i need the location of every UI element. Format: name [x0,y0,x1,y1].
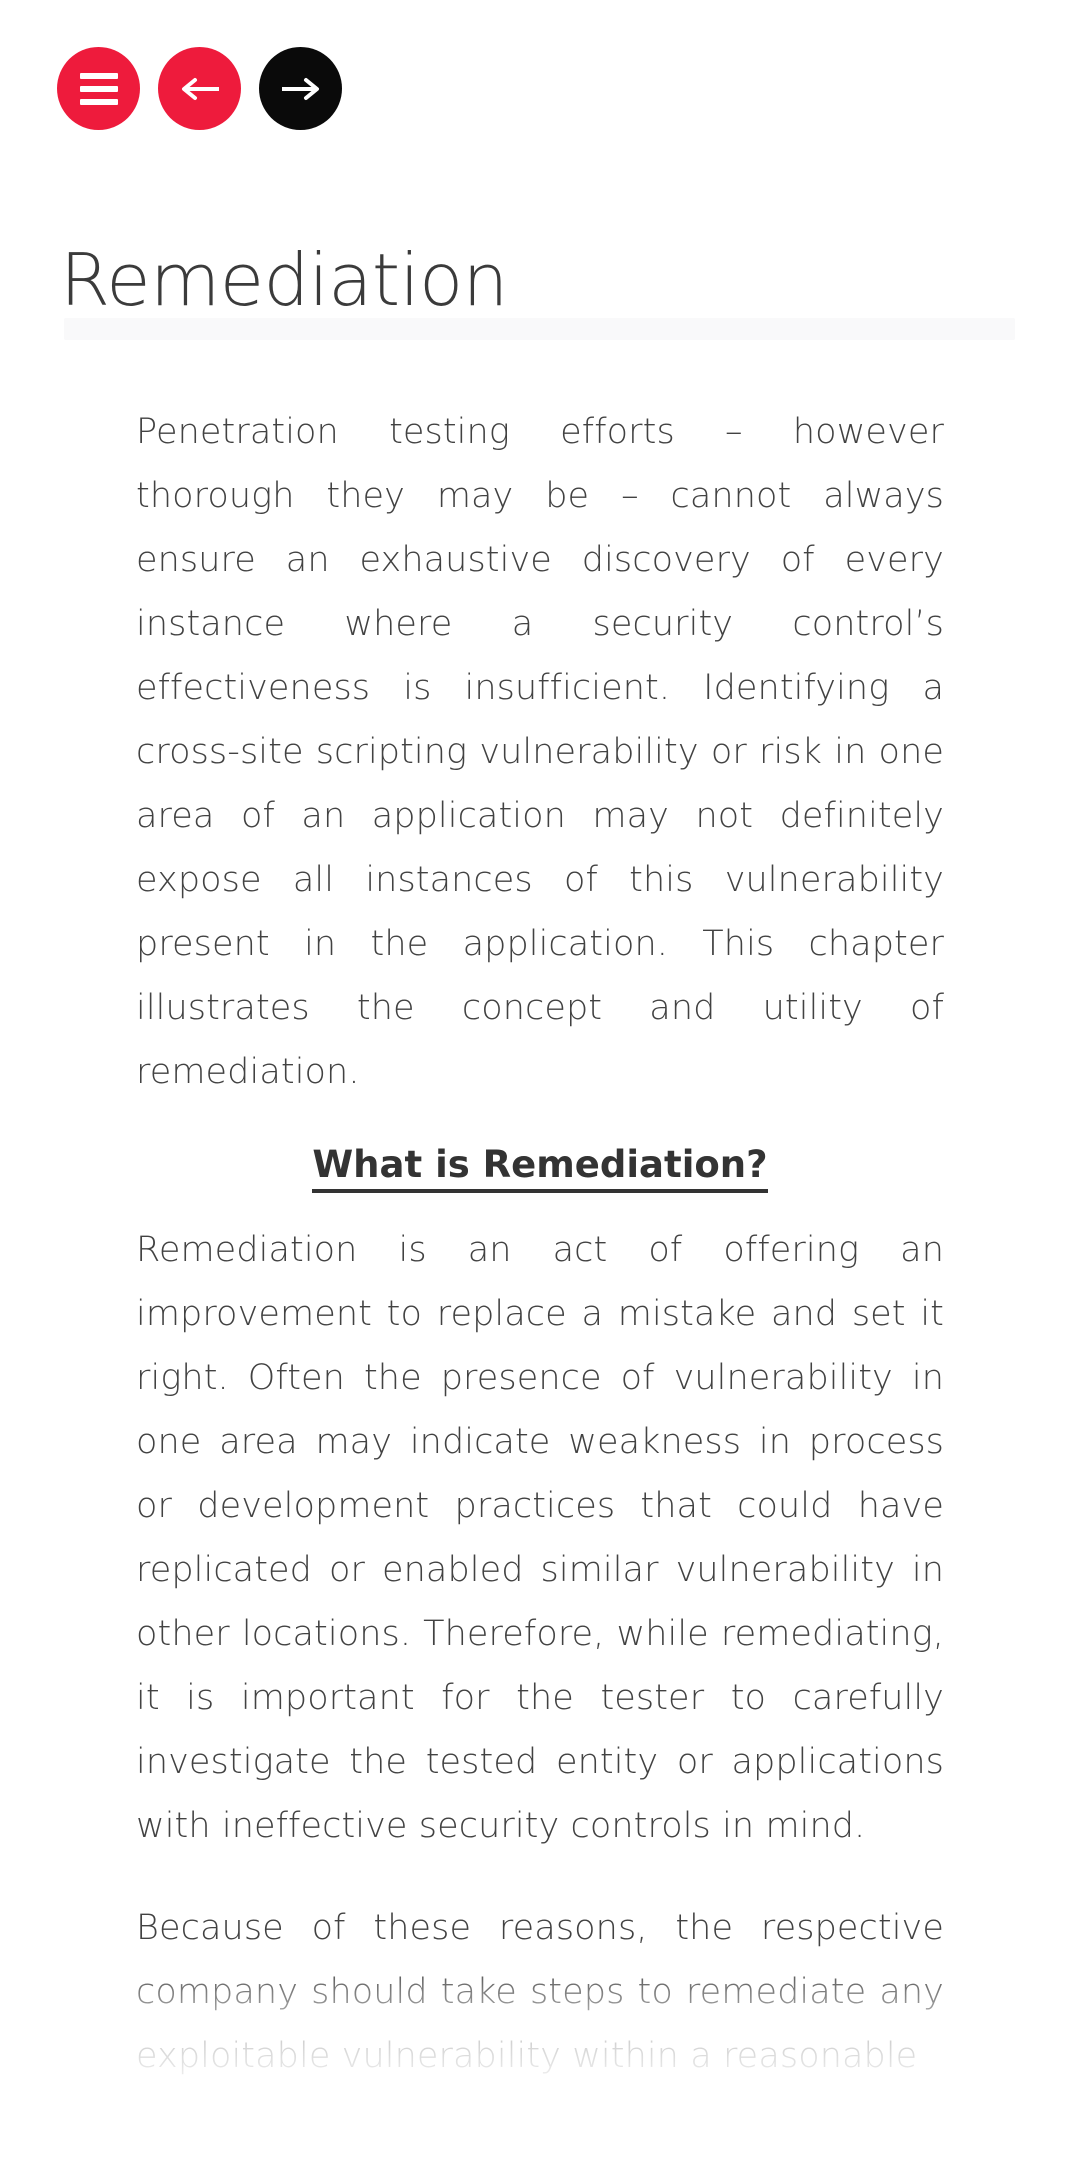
chapter-body[interactable]: Penetration testing efforts – however th… [0,400,1080,2160]
floating-action-bar [57,47,342,130]
arrow-right-icon [281,77,319,100]
reader-page: Remediation Penetration testing efforts … [0,0,1080,2160]
reading-progress-bar[interactable] [64,318,1015,340]
next-page-button[interactable] [259,47,342,130]
paragraph-intro: Penetration testing efforts – however th… [136,412,944,1092]
previous-page-button[interactable] [158,47,241,130]
page-title: Remediation [60,238,508,323]
paragraph-definition: Remediation is an act of offering an imp… [136,1230,944,1847]
arrow-left-icon [181,77,219,100]
section-heading-text: What is Remediation? [312,1143,768,1193]
hamburger-menu-icon [79,72,118,105]
menu-button[interactable] [57,47,140,130]
paragraph-reasons: Because of these reasons, the respective… [136,1908,944,2077]
section-heading-what-is-remediation: What is Remediation? [136,1142,944,1193]
